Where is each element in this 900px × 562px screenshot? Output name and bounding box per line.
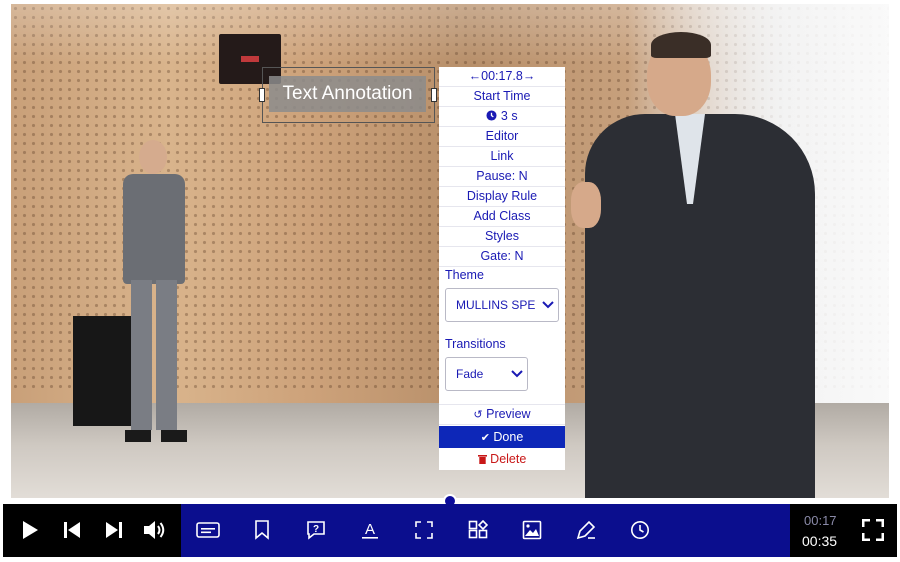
bookmark-button[interactable] [249, 517, 275, 543]
clock-button[interactable] [627, 517, 653, 543]
pen-icon [576, 520, 596, 540]
done-button[interactable]: ✔ Done [439, 426, 565, 448]
add-class-link[interactable]: Add Class [439, 207, 565, 227]
captions-button[interactable] [195, 517, 221, 543]
duration-value: 3 s [500, 109, 518, 123]
bookmark-icon [255, 520, 269, 540]
total-time: 00:35 [802, 533, 838, 549]
resize-handle-left[interactable] [259, 88, 265, 102]
clock-icon [486, 110, 497, 121]
annotation-menu: ←00:17.8→ Start Time 3 s Editor Link Pau… [439, 67, 565, 470]
shapes-icon [468, 520, 488, 539]
skip-forward-button[interactable] [101, 517, 127, 543]
volume-button[interactable] [141, 517, 167, 543]
play-button[interactable] [17, 517, 43, 543]
styles-link[interactable]: Styles [439, 227, 565, 247]
current-time: 00:17 [804, 513, 837, 528]
chevron-down-icon [511, 370, 523, 378]
crop-icon [415, 521, 433, 539]
time-nav-link[interactable]: ←00:17.8→ [439, 67, 565, 87]
skip-back-button[interactable] [59, 517, 85, 543]
gate-link[interactable]: Gate: N [439, 247, 565, 267]
player-control-bar: ? A 00:17 00:35 [3, 504, 897, 557]
fullscreen-icon [862, 519, 884, 541]
editor-link[interactable]: Editor [439, 127, 565, 147]
transitions-select-value: Fade [456, 367, 484, 381]
skip-back-icon [64, 522, 80, 538]
theme-select-value: MULLINS SPEC [456, 298, 536, 312]
resize-handle-right[interactable] [431, 88, 437, 102]
duration-link[interactable]: 3 s [439, 107, 565, 127]
text-icon: A [362, 521, 378, 539]
speaker-left [109, 132, 199, 452]
text-annotation[interactable]: Text Annotation [269, 76, 426, 112]
time-display: 00:17 00:35 [790, 504, 897, 557]
done-label: Done [493, 430, 524, 444]
skip-forward-icon [106, 522, 122, 538]
transport-controls [3, 504, 181, 557]
theme-label: Theme [445, 268, 484, 282]
image-icon [522, 520, 542, 540]
delete-button[interactable]: Delete [439, 448, 565, 470]
transitions-select[interactable]: Fade [445, 357, 528, 391]
captions-icon [196, 522, 220, 538]
clock-icon [631, 521, 649, 539]
pause-link[interactable]: Pause: N [439, 167, 565, 187]
transitions-label: Transitions [445, 337, 506, 351]
speaker-right [571, 32, 841, 498]
image-button[interactable] [519, 517, 545, 543]
chevron-down-icon [542, 301, 554, 309]
question-button[interactable]: ? [303, 517, 329, 543]
question-icon: ? [307, 521, 325, 540]
shapes-button[interactable] [465, 517, 491, 543]
theme-select[interactable]: MULLINS SPEC [445, 288, 559, 322]
fullscreen-button[interactable] [860, 517, 886, 543]
link-link[interactable]: Link [439, 147, 565, 167]
preview-button[interactable]: ↺ Preview [439, 404, 565, 425]
undo-icon: ↺ [473, 409, 483, 421]
crop-button[interactable] [411, 517, 437, 543]
display-rule-link[interactable]: Display Rule [439, 187, 565, 207]
start-time-link[interactable]: Start Time [439, 87, 565, 107]
pen-button[interactable] [573, 517, 599, 543]
check-icon: ✔ [480, 432, 490, 444]
play-icon [23, 521, 38, 539]
text-button[interactable]: A [357, 517, 383, 543]
svg-text:A: A [365, 521, 375, 538]
preview-label: Preview [486, 407, 531, 421]
delete-label: Delete [490, 452, 527, 466]
trash-icon [477, 455, 487, 464]
svg-text:?: ? [313, 524, 319, 535]
volume-icon [144, 521, 165, 539]
